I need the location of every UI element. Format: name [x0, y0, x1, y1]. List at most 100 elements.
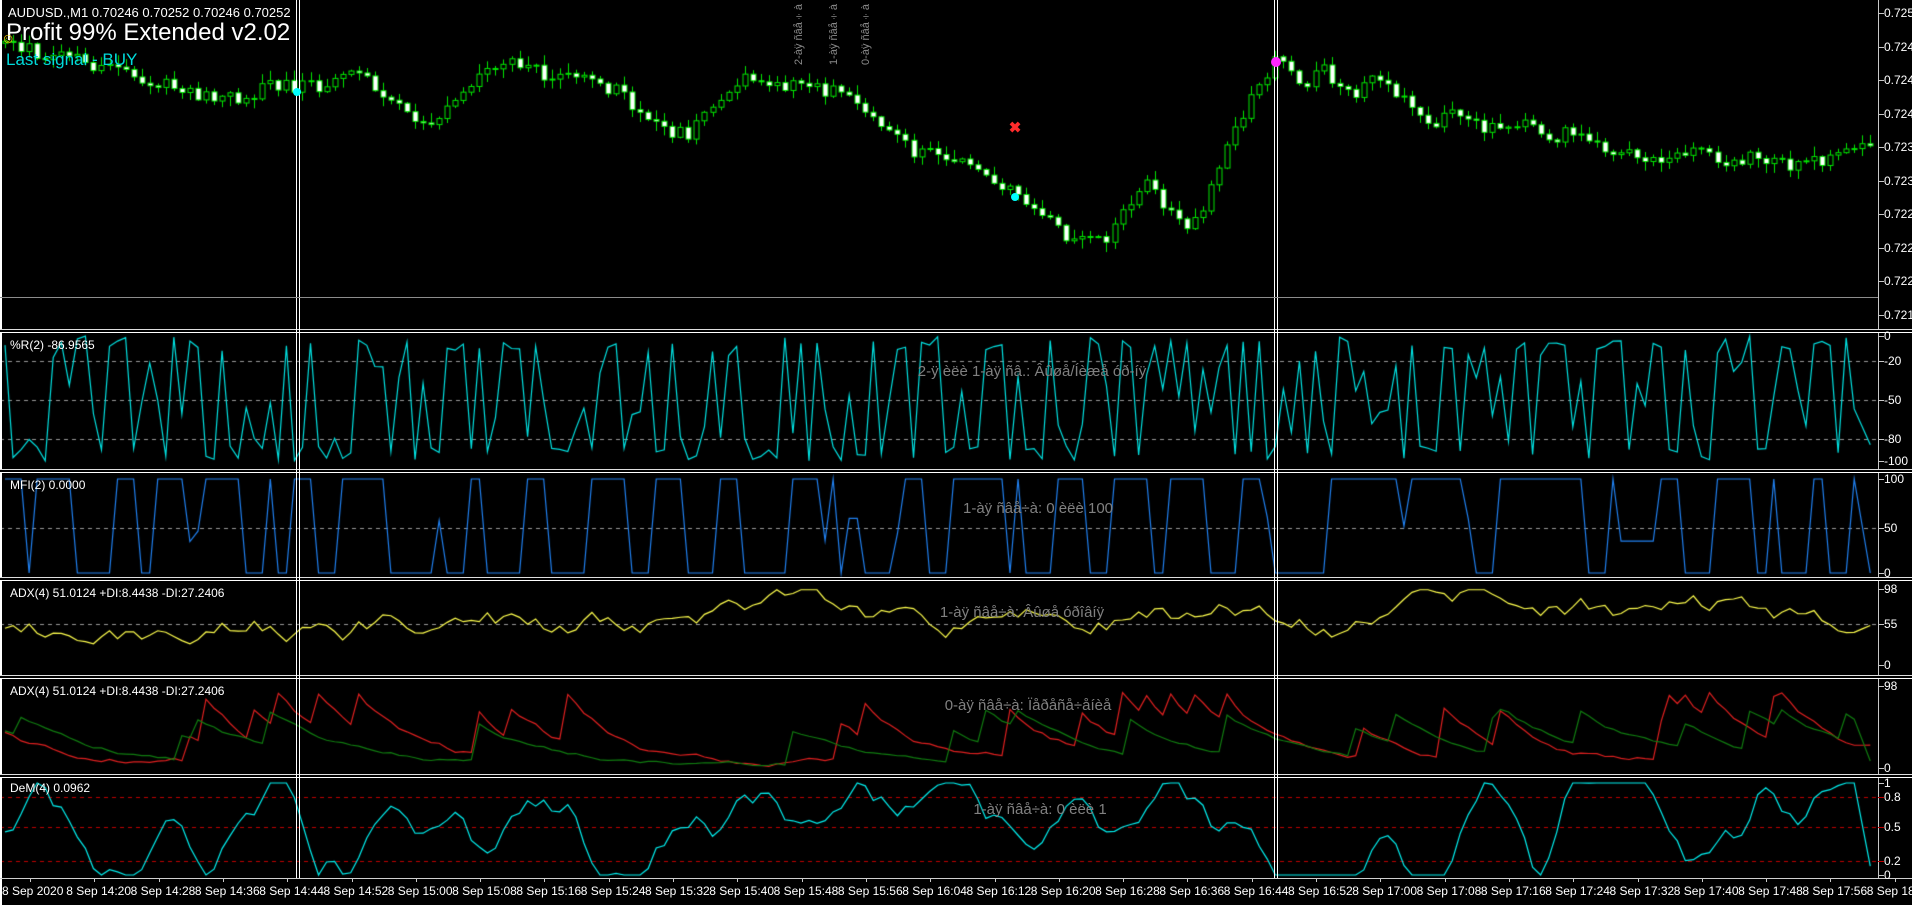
time-axis-label: 8 Sep 16:44 [1224, 884, 1289, 898]
panel-separator[interactable] [0, 774, 1912, 778]
mfi-scale-tick [1878, 573, 1884, 574]
panel-separator[interactable] [0, 577, 1912, 581]
time-axis-tick [802, 878, 803, 882]
time-axis-label: 8 Sep 15:00 [388, 884, 453, 898]
time-axis-label: 8 Sep 15:48 [774, 884, 839, 898]
candle-column-label: 0-àÿ ñâå÷à [860, 4, 872, 65]
time-axis-label: 8 Sep 17:32 [1610, 884, 1675, 898]
dem-scale-tick [1878, 875, 1884, 876]
buy-signal-dot-1 [293, 88, 301, 96]
dem-scale-label: 0.5 [1884, 820, 1901, 834]
adx-main-scale-label: 0 [1884, 658, 1891, 672]
wpr-scale-label: -20 [1884, 354, 1901, 368]
last-signal-text: Last signal - BUY [6, 50, 137, 70]
time-axis-label: 8 Sep 16:52 [1288, 884, 1353, 898]
panel-separator[interactable] [0, 329, 1912, 333]
price-scale-label: 0.72285 [1884, 207, 1912, 221]
time-axis-tick [1702, 878, 1703, 882]
signal-line-1[interactable] [299, 0, 300, 878]
price-scale-tick [1878, 13, 1884, 14]
price-scale-tick [1878, 281, 1884, 282]
time-axis-label: 8 Sep 17:56 [1802, 884, 1867, 898]
time-axis-tick [673, 878, 674, 882]
time-axis-tick [223, 878, 224, 882]
time-axis-label: 8 Sep 17:16 [1481, 884, 1546, 898]
dem-scale-tick [1878, 797, 1884, 798]
time-axis-label: 8 Sep 14:20 [66, 884, 131, 898]
signal-line-2[interactable] [1274, 0, 1275, 878]
adx-di-scale-tick [1878, 768, 1884, 769]
price-scale-label: 0.72330 [1884, 174, 1912, 188]
time-axis-label: 8 Sep 16:04 [902, 884, 967, 898]
price-scale-label: 0.72240 [1884, 241, 1912, 255]
dem-scale-label: 1 [1884, 776, 1891, 790]
adx-di-scale-label: 0 [1884, 761, 1891, 775]
price-scale-tick [1878, 47, 1884, 48]
adx-main-scale-label: 98 [1884, 582, 1897, 596]
time-axis-label: 8 Sep 16:28 [1095, 884, 1160, 898]
time-axis-label: 8 Sep 14:52 [324, 884, 389, 898]
indicator-title: Profit 99% Extended v2.02 [6, 19, 290, 47]
mfi-indicator-label: MFI(2) 0.0000 [10, 478, 85, 492]
price-horizontal-line[interactable] [0, 297, 1878, 298]
dem-scale-label: 0.2 [1884, 854, 1901, 868]
adx-main-scale-tick [1878, 665, 1884, 666]
time-axis-tick [930, 878, 931, 882]
dem-scale-tick [1878, 827, 1884, 828]
time-axis-tick [159, 878, 160, 882]
price-scale-label: 0.72370 [1884, 140, 1912, 154]
time-axis-tick [1445, 878, 1446, 882]
mt4-chart-window: AUDUSD.,M1 0.70246 0.70252 0.70246 0.702… [0, 0, 1912, 905]
time-axis-tick [480, 878, 481, 882]
symbol-ohlc-line: AUDUSD.,M1 0.70246 0.70252 0.70246 0.702… [8, 5, 291, 20]
signal-line-2[interactable] [1277, 0, 1278, 878]
window-left-border [0, 0, 2, 905]
price-scale-tick [1878, 315, 1884, 316]
time-axis-tick [1316, 878, 1317, 882]
panel-separator[interactable] [0, 469, 1912, 473]
mfi-scale-label: 100 [1884, 472, 1904, 486]
dem-scale-tick [1878, 783, 1884, 784]
dem-watermark: 1-àÿ ñâå÷à: 0 èëè 1 [973, 801, 1106, 818]
time-axis-label: 8 Sep 14:44 [259, 884, 324, 898]
wpr-scale-label: 0 [1884, 329, 1891, 343]
time-axis-label: 8 Sep 16:12 [967, 884, 1032, 898]
adx-di-scale-tick [1878, 686, 1884, 687]
time-axis-label: 8 Sep 16:36 [1159, 884, 1224, 898]
time-axis-label: 8 Sep 15:56 [838, 884, 903, 898]
price-scale-label: 0.72455 [1884, 73, 1912, 87]
wpr-scale-label: -100 [1884, 454, 1908, 468]
signal-line-1[interactable] [296, 0, 297, 878]
time-axis-tick [1252, 878, 1253, 882]
price-scale-tick [1878, 181, 1884, 182]
mfi-scale-tick [1878, 528, 1884, 529]
chart-canvas[interactable] [0, 0, 1912, 905]
time-axis-label: 8 Sep 15:24 [581, 884, 646, 898]
mfi-scale-label: 0 [1884, 566, 1891, 580]
time-axis-tick [1509, 878, 1510, 882]
time-axis-tick [1573, 878, 1574, 882]
mfi-scale-label: 50 [1884, 521, 1897, 535]
wpr-scale-tick [1878, 439, 1884, 440]
adx-main-scale-tick [1878, 589, 1884, 590]
time-axis-tick [866, 878, 867, 882]
panel-separator[interactable] [0, 675, 1912, 679]
time-axis-tick [609, 878, 610, 882]
time-axis-tick [287, 878, 288, 882]
adx-main-scale-tick [1878, 624, 1884, 625]
adx-di-watermark: 0-àÿ ñâå÷à: Ïåðåñå÷åíèå [945, 697, 1112, 714]
candle-column-label: 2-àÿ ñâå÷à [793, 4, 805, 65]
time-axis-label: 8 Sep 14:28 [131, 884, 196, 898]
time-axis-tick [737, 878, 738, 882]
time-axis-tick [416, 878, 417, 882]
price-scale-tick [1878, 80, 1884, 81]
time-axis-tick [1830, 878, 1831, 882]
price-scale-tick [1878, 248, 1884, 249]
time-axis-tick [1187, 878, 1188, 882]
price-scale-label: 0.72495 [1884, 40, 1912, 54]
time-axis-label: 8 Sep 14:36 [195, 884, 260, 898]
time-axis-tick [1638, 878, 1639, 882]
candle-column-label: 1-àÿ ñâå÷à [828, 4, 840, 65]
wpr-scale-tick [1878, 400, 1884, 401]
time-axis-label: 8 Sep 15:16 [516, 884, 581, 898]
